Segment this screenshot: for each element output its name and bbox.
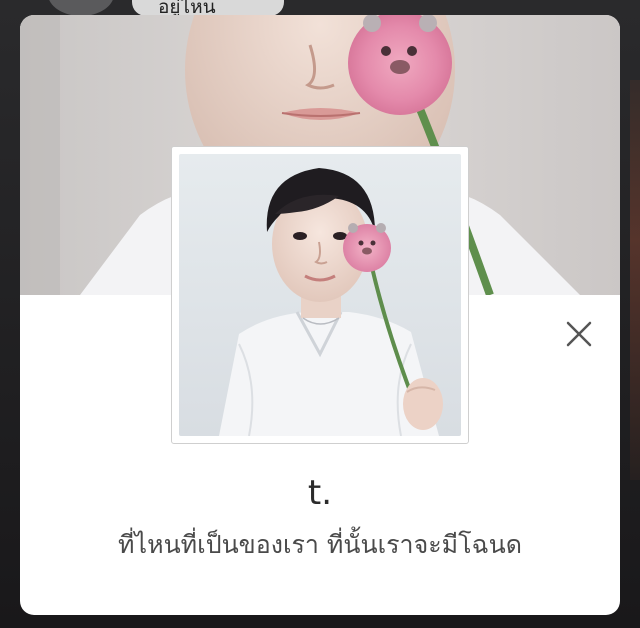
profile-picture bbox=[179, 154, 461, 436]
chat-avatar bbox=[48, 0, 114, 16]
background-edge bbox=[630, 80, 640, 480]
chat-bubble: อยู่ไหน bbox=[132, 0, 284, 16]
chat-bubble-text: อยู่ไหน bbox=[158, 0, 216, 16]
close-icon bbox=[566, 321, 592, 347]
profile-picture-image bbox=[179, 154, 461, 436]
profile-name: t. bbox=[307, 473, 333, 513]
profile-modal: t. ที่ไหนที่เป็นของเรา ที่นั้นเราจะมีโฉน… bbox=[20, 15, 620, 615]
profile-picture-frame[interactable] bbox=[171, 146, 469, 444]
close-button[interactable] bbox=[563, 318, 595, 350]
status-message: ที่ไหนที่เป็นของเรา ที่นั้นเราจะมีโฉนด bbox=[118, 530, 522, 559]
